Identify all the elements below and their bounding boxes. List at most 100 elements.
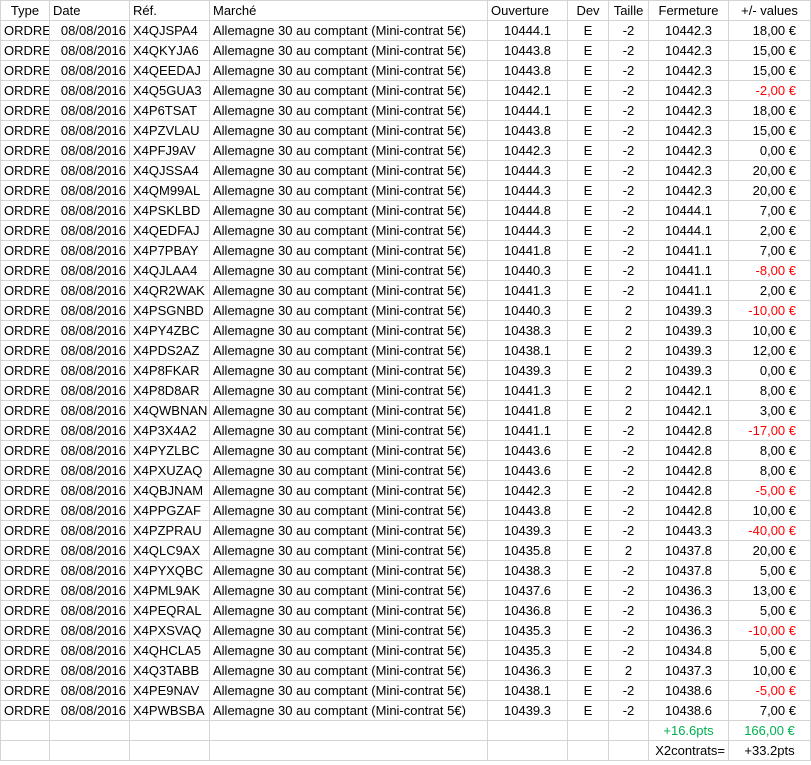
cell-market[interactable]: Allemagne 30 au comptant (Mini-contrat 5… <box>209 320 488 341</box>
cell-open[interactable]: 10443.8 <box>487 60 568 81</box>
cell-size[interactable]: -2 <box>608 20 649 41</box>
cell-dev[interactable]: E <box>567 700 609 721</box>
cell-size[interactable]: -2 <box>608 160 649 181</box>
cell-close[interactable]: 10441.1 <box>648 240 729 261</box>
cell-dev[interactable]: E <box>567 80 609 101</box>
cell-open[interactable]: 10439.3 <box>487 520 568 541</box>
cell-open[interactable]: 10444.1 <box>487 20 568 41</box>
cell-close[interactable]: 10442.3 <box>648 20 729 41</box>
cell-open[interactable]: 10435.8 <box>487 540 568 561</box>
cell-ref[interactable]: X4P7PBAY <box>129 240 210 261</box>
cell-ref[interactable]: X4QR2WAK <box>129 280 210 301</box>
cell-open[interactable]: 10444.3 <box>487 220 568 241</box>
cell-date[interactable]: 08/08/2016 <box>49 260 130 281</box>
cell-type[interactable]: ORDRE <box>0 640 50 661</box>
cell-date[interactable]: 08/08/2016 <box>49 160 130 181</box>
cell-size[interactable]: -2 <box>608 120 649 141</box>
header-close[interactable]: Fermeture <box>648 0 729 21</box>
cell-open[interactable]: 10438.3 <box>487 320 568 341</box>
cell-open[interactable]: 10444.1 <box>487 100 568 121</box>
cell-type[interactable]: ORDRE <box>0 80 50 101</box>
cell-ref[interactable]: X4PWBSBA <box>129 700 210 721</box>
cell-pnl[interactable]: 0,00 € <box>728 140 811 161</box>
cell-date[interactable]: 08/08/2016 <box>49 640 130 661</box>
cell-ref[interactable]: X4PYXQBC <box>129 560 210 581</box>
cell-type[interactable]: ORDRE <box>0 120 50 141</box>
cell-ref[interactable]: X4P6TSAT <box>129 100 210 121</box>
cell-close[interactable]: 10437.3 <box>648 660 729 681</box>
cell-open[interactable]: 10437.6 <box>487 580 568 601</box>
total-amount[interactable]: 166,00 € <box>728 720 811 741</box>
cell-pnl[interactable]: -10,00 € <box>728 300 811 321</box>
cell-date[interactable]: 08/08/2016 <box>49 660 130 681</box>
cell-date[interactable]: 08/08/2016 <box>49 420 130 441</box>
cell-dev[interactable]: E <box>567 460 609 481</box>
cell-size[interactable]: -2 <box>608 480 649 501</box>
cell-close[interactable]: 10439.3 <box>648 340 729 361</box>
cell-close[interactable]: 10437.8 <box>648 560 729 581</box>
cell-date[interactable]: 08/08/2016 <box>49 60 130 81</box>
cell-ref[interactable]: X4QJLAA4 <box>129 260 210 281</box>
cell-market[interactable]: Allemagne 30 au comptant (Mini-contrat 5… <box>209 460 488 481</box>
cell-ref[interactable]: X4QM99AL <box>129 180 210 201</box>
cell-ref[interactable]: X4PEQRAL <box>129 600 210 621</box>
header-dev[interactable]: Dev <box>567 0 609 21</box>
cell-dev[interactable]: E <box>567 320 609 341</box>
total-points[interactable]: +16.6pts <box>648 720 729 741</box>
cell-ref[interactable]: X4QEEDAJ <box>129 60 210 81</box>
cell-pnl[interactable]: 15,00 € <box>728 60 811 81</box>
x2-value[interactable]: +33.2pts <box>728 740 811 761</box>
cell-market[interactable]: Allemagne 30 au comptant (Mini-contrat 5… <box>209 240 488 261</box>
cell-ref[interactable]: X4PY4ZBC <box>129 320 210 341</box>
cell-market[interactable]: Allemagne 30 au comptant (Mini-contrat 5… <box>209 180 488 201</box>
cell-ref[interactable]: X4PYZLBC <box>129 440 210 461</box>
cell-ref[interactable]: X4QHCLA5 <box>129 640 210 661</box>
cell-ref[interactable]: X4P8D8AR <box>129 380 210 401</box>
header-open[interactable]: Ouverture <box>487 0 568 21</box>
cell-date[interactable]: 08/08/2016 <box>49 280 130 301</box>
cell-market[interactable]: Allemagne 30 au comptant (Mini-contrat 5… <box>209 220 488 241</box>
cell-open[interactable]: 10444.3 <box>487 160 568 181</box>
cell-date[interactable]: 08/08/2016 <box>49 580 130 601</box>
cell-open[interactable]: 10441.8 <box>487 240 568 261</box>
header-pnl[interactable]: +/- values <box>728 0 811 21</box>
cell-type[interactable]: ORDRE <box>0 620 50 641</box>
cell-type[interactable]: ORDRE <box>0 300 50 321</box>
cell-dev[interactable]: E <box>567 300 609 321</box>
cell-close[interactable]: 10442.8 <box>648 440 729 461</box>
cell-ref[interactable]: X4PXSVAQ <box>129 620 210 641</box>
cell-date[interactable]: 08/08/2016 <box>49 520 130 541</box>
cell-dev[interactable]: E <box>567 560 609 581</box>
cell-open[interactable]: 10441.3 <box>487 380 568 401</box>
cell-type[interactable]: ORDRE <box>0 280 50 301</box>
cell-pnl[interactable]: 7,00 € <box>728 700 811 721</box>
cell-size[interactable]: -2 <box>608 280 649 301</box>
cell-close[interactable]: 10442.3 <box>648 80 729 101</box>
cell-close[interactable]: 10439.3 <box>648 300 729 321</box>
cell-open[interactable]: 10443.8 <box>487 120 568 141</box>
cell-pnl[interactable]: 18,00 € <box>728 20 811 41</box>
cell-pnl[interactable]: -10,00 € <box>728 620 811 641</box>
cell-ref[interactable]: X4QKYJA6 <box>129 40 210 61</box>
empty-cell[interactable] <box>487 740 568 761</box>
cell-date[interactable]: 08/08/2016 <box>49 140 130 161</box>
cell-close[interactable]: 10442.1 <box>648 380 729 401</box>
cell-market[interactable]: Allemagne 30 au comptant (Mini-contrat 5… <box>209 480 488 501</box>
cell-pnl[interactable]: -17,00 € <box>728 420 811 441</box>
cell-ref[interactable]: X4P3X4A2 <box>129 420 210 441</box>
cell-close[interactable]: 10441.1 <box>648 280 729 301</box>
cell-size[interactable]: -2 <box>608 140 649 161</box>
cell-open[interactable]: 10438.1 <box>487 340 568 361</box>
cell-dev[interactable]: E <box>567 640 609 661</box>
cell-size[interactable]: 2 <box>608 320 649 341</box>
cell-date[interactable]: 08/08/2016 <box>49 200 130 221</box>
cell-type[interactable]: ORDRE <box>0 240 50 261</box>
cell-close[interactable]: 10442.3 <box>648 180 729 201</box>
cell-pnl[interactable]: 8,00 € <box>728 440 811 461</box>
cell-open[interactable]: 10442.3 <box>487 480 568 501</box>
cell-type[interactable]: ORDRE <box>0 320 50 341</box>
cell-market[interactable]: Allemagne 30 au comptant (Mini-contrat 5… <box>209 20 488 41</box>
cell-ref[interactable]: X4QJSPA4 <box>129 20 210 41</box>
cell-open[interactable]: 10436.3 <box>487 660 568 681</box>
cell-pnl[interactable]: 10,00 € <box>728 500 811 521</box>
